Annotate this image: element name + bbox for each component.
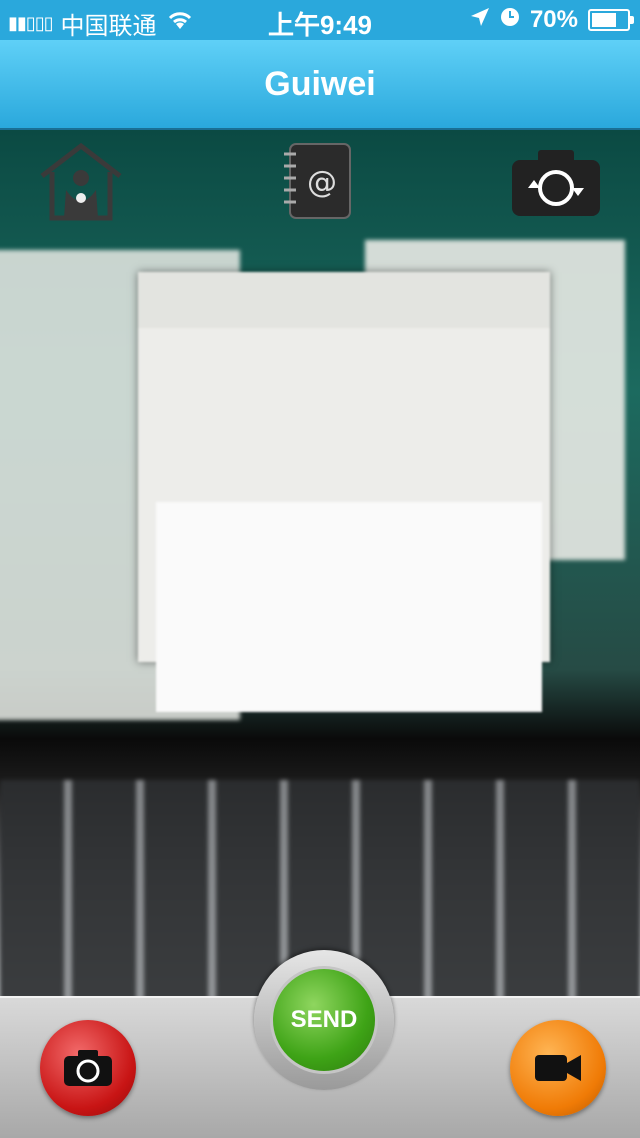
contacts-button[interactable]: @ [282,140,354,222]
location-icon [470,6,490,34]
page-title: Guiwei [0,40,640,130]
take-photo-button[interactable] [40,1020,136,1116]
svg-text:@: @ [307,165,337,200]
home-icon [40,142,122,221]
video-camera-icon [535,1055,581,1081]
camera-icon [64,1050,112,1086]
status-bar: ▮▮▯▯▯ 中国联通 上午9:49 70% [0,0,640,40]
record-video-button[interactable] [510,1020,606,1116]
battery-percent: 70% [529,6,578,33]
send-button[interactable]: SEND [270,966,378,1074]
flip-camera-button[interactable] [510,148,602,218]
camera-flip-icon [512,150,600,216]
send-button-ring: SEND [254,950,394,1090]
address-book-icon: @ [284,143,351,219]
home-button[interactable] [36,142,126,222]
clock-icon [500,6,520,34]
battery-icon [588,9,634,31]
camera-preview[interactable] [0,130,640,1000]
